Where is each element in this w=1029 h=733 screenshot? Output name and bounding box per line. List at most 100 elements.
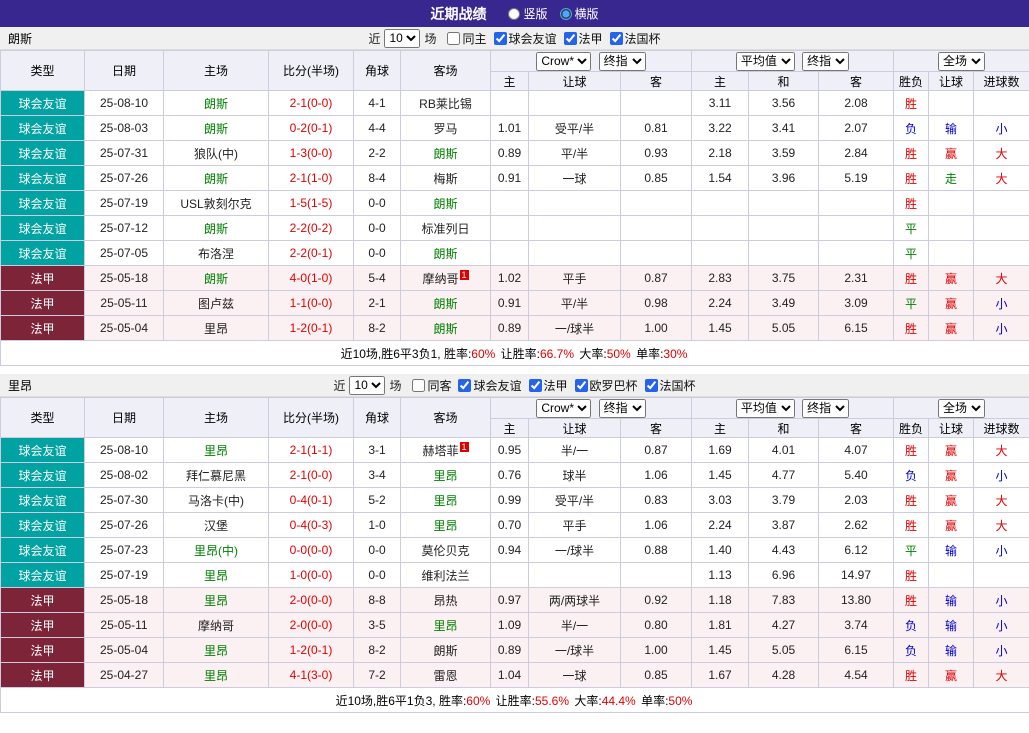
layout-radio[interactable] bbox=[559, 7, 572, 20]
filter-option[interactable]: 法国杯 bbox=[609, 30, 661, 47]
handicap-result-cell: 走 bbox=[928, 165, 975, 191]
outcome-cell: 胜 bbox=[893, 165, 930, 191]
avg-draw-cell: 3.59 bbox=[748, 140, 819, 166]
result-scope-select[interactable]: 全场 bbox=[938, 51, 986, 71]
filter-option[interactable]: 法甲 bbox=[563, 30, 603, 47]
col-score-header: 比分(半场) bbox=[268, 397, 354, 438]
filter-checkbox[interactable] bbox=[644, 378, 658, 392]
odds-home-cell: 0.91 bbox=[490, 290, 529, 316]
home-team-cell: 朗斯 bbox=[163, 115, 269, 141]
avg-away-cell: 2.07 bbox=[817, 115, 895, 141]
filter-option[interactable]: 球会友谊 bbox=[458, 377, 522, 394]
away-team-cell: 里昂 bbox=[400, 612, 491, 638]
summary-stat-value: 66.7% bbox=[540, 346, 575, 361]
league-cell: 球会友谊 bbox=[0, 240, 85, 266]
match-row: 法甲 25-04-27 里昂 4-1(3-0) 7-2 雷恩 1.04 一球 0.85 1.67 4… bbox=[0, 662, 1029, 688]
date-cell: 25-07-26 bbox=[84, 512, 164, 538]
home-team-cell: 里昂 bbox=[163, 637, 269, 663]
avg-odds-select[interactable]: 平均值 bbox=[735, 398, 795, 418]
filter-checkbox[interactable] bbox=[458, 378, 472, 392]
odds-away-cell: 0.93 bbox=[620, 140, 692, 166]
match-count-select[interactable]: 10 bbox=[349, 375, 386, 395]
score-cell: 2-0(0-0) bbox=[268, 587, 354, 613]
filter-option[interactable]: 同客 bbox=[412, 377, 451, 394]
filter-checkbox[interactable] bbox=[609, 31, 623, 45]
avg-home-cell: 3.22 bbox=[691, 115, 749, 141]
layout-option[interactable]: 竖版 bbox=[508, 5, 548, 22]
avg-home-cell bbox=[691, 215, 749, 241]
avg-odds-select[interactable]: 平均值 bbox=[735, 51, 795, 71]
filter-option[interactable]: 欧罗巴杯 bbox=[574, 377, 638, 394]
avg-home-cell: 1.18 bbox=[691, 587, 749, 613]
date-cell: 25-05-18 bbox=[84, 587, 164, 613]
filter-checkbox[interactable] bbox=[412, 378, 426, 392]
outcome-cell: 负 bbox=[893, 637, 930, 663]
match-row: 球会友谊 25-08-02 拜仁慕尼黑 2-1(0-0) 3-4 里昂 0.76 球半 1.06… bbox=[0, 462, 1029, 488]
score-cell: 1-3(0-0) bbox=[268, 140, 354, 166]
odds-company-select[interactable]: Crow* bbox=[536, 398, 592, 418]
score-cell: 0-4(0-3) bbox=[268, 512, 354, 538]
avg-time-select[interactable]: 终指 bbox=[802, 398, 850, 418]
corner-cell: 8-2 bbox=[353, 315, 401, 341]
odds-line-cell: 半/一 bbox=[528, 437, 621, 463]
league-cell: 法甲 bbox=[0, 315, 85, 341]
odds-time-select[interactable]: 终指 bbox=[598, 51, 646, 71]
avg-home-cell bbox=[691, 240, 749, 266]
odds-away-cell bbox=[620, 215, 692, 241]
avg-group-header: 平均值 终指 bbox=[690, 397, 895, 419]
handicap-result-cell bbox=[928, 90, 975, 116]
odds-time-select[interactable]: 终指 bbox=[598, 398, 646, 418]
outcome-cell: 胜 bbox=[893, 487, 930, 513]
filter-checkbox[interactable] bbox=[574, 378, 588, 392]
avg-time-select[interactable]: 终指 bbox=[802, 51, 850, 71]
outcome-cell: 负 bbox=[893, 462, 930, 488]
avg-home-cell: 2.24 bbox=[691, 290, 749, 316]
summary-row: 近10场,胜6平1负3, 胜率:60% 让胜率:55.6% 大率:44.4% 单… bbox=[0, 687, 1029, 713]
date-cell: 25-05-11 bbox=[84, 612, 164, 638]
layout-option[interactable]: 横版 bbox=[559, 5, 599, 22]
corner-cell: 0-0 bbox=[353, 537, 401, 563]
filter-checkbox[interactable] bbox=[493, 31, 507, 45]
summary-stat-label: 单率: bbox=[632, 346, 664, 361]
odds-away-cell: 0.88 bbox=[620, 537, 692, 563]
odds-away-cell: 1.00 bbox=[620, 315, 692, 341]
away-team-cell: 标准列日 bbox=[400, 215, 491, 241]
filter-bar: 朗斯 近 10 场 同主 球会友谊 法甲 法国杯 bbox=[0, 27, 1029, 50]
filter-checkbox[interactable] bbox=[528, 378, 542, 392]
result-scope-select[interactable]: 全场 bbox=[938, 398, 986, 418]
odds-line-cell bbox=[528, 240, 621, 266]
avg-home-header: 主 bbox=[691, 418, 749, 438]
odds-home-cell: 0.95 bbox=[490, 437, 529, 463]
league-cell: 球会友谊 bbox=[0, 190, 85, 216]
handicap-result-cell: 输 bbox=[928, 537, 975, 563]
corner-cell: 3-1 bbox=[353, 437, 401, 463]
result-outcome-header: 胜负 bbox=[893, 418, 930, 438]
score-cell: 4-1(3-0) bbox=[268, 662, 354, 688]
outcome-cell: 平 bbox=[893, 537, 930, 563]
filter-option[interactable]: 法国杯 bbox=[644, 377, 696, 394]
filter-checkbox[interactable] bbox=[447, 31, 461, 45]
team-section-lyon: 里昂 近 10 场 同客 球会友谊 法甲 欧罗巴杯 法国杯 类型 日期 主场 比分(半场… bbox=[0, 374, 1029, 713]
goals-result-cell bbox=[973, 562, 1029, 588]
league-cell: 球会友谊 bbox=[0, 487, 85, 513]
odds-company-select[interactable]: Crow* bbox=[536, 51, 592, 71]
layout-radio[interactable] bbox=[508, 7, 521, 20]
avg-home-cell: 1.81 bbox=[691, 612, 749, 638]
match-row: 法甲 25-05-11 摩纳哥 2-0(0-0) 3-5 里昂 1.09 半/一 0.80 1.8… bbox=[0, 612, 1029, 638]
filter-option[interactable]: 法甲 bbox=[528, 377, 568, 394]
filter-checkbox[interactable] bbox=[563, 31, 577, 45]
avg-draw-cell: 3.49 bbox=[748, 290, 819, 316]
match-count-select[interactable]: 10 bbox=[384, 28, 421, 48]
league-filters: 同主 球会友谊 法甲 法国杯 bbox=[440, 30, 661, 47]
avg-away-cell: 5.19 bbox=[817, 165, 895, 191]
date-cell: 25-08-02 bbox=[84, 462, 164, 488]
filter-option[interactable]: 球会友谊 bbox=[493, 30, 557, 47]
odds-home-header: 主 bbox=[490, 71, 529, 91]
odds-home-cell: 0.89 bbox=[490, 140, 529, 166]
matches-table: 类型 日期 主场 比分(半场) 角球 客场 Crow* 终指 平均值 终指 全场 bbox=[0, 397, 1029, 713]
handicap-result-cell: 输 bbox=[928, 587, 975, 613]
outcome-cell: 胜 bbox=[893, 190, 930, 216]
away-team-cell: 朗斯 bbox=[400, 315, 491, 341]
filter-option[interactable]: 同主 bbox=[447, 30, 487, 47]
corner-cell: 0-0 bbox=[353, 240, 401, 266]
